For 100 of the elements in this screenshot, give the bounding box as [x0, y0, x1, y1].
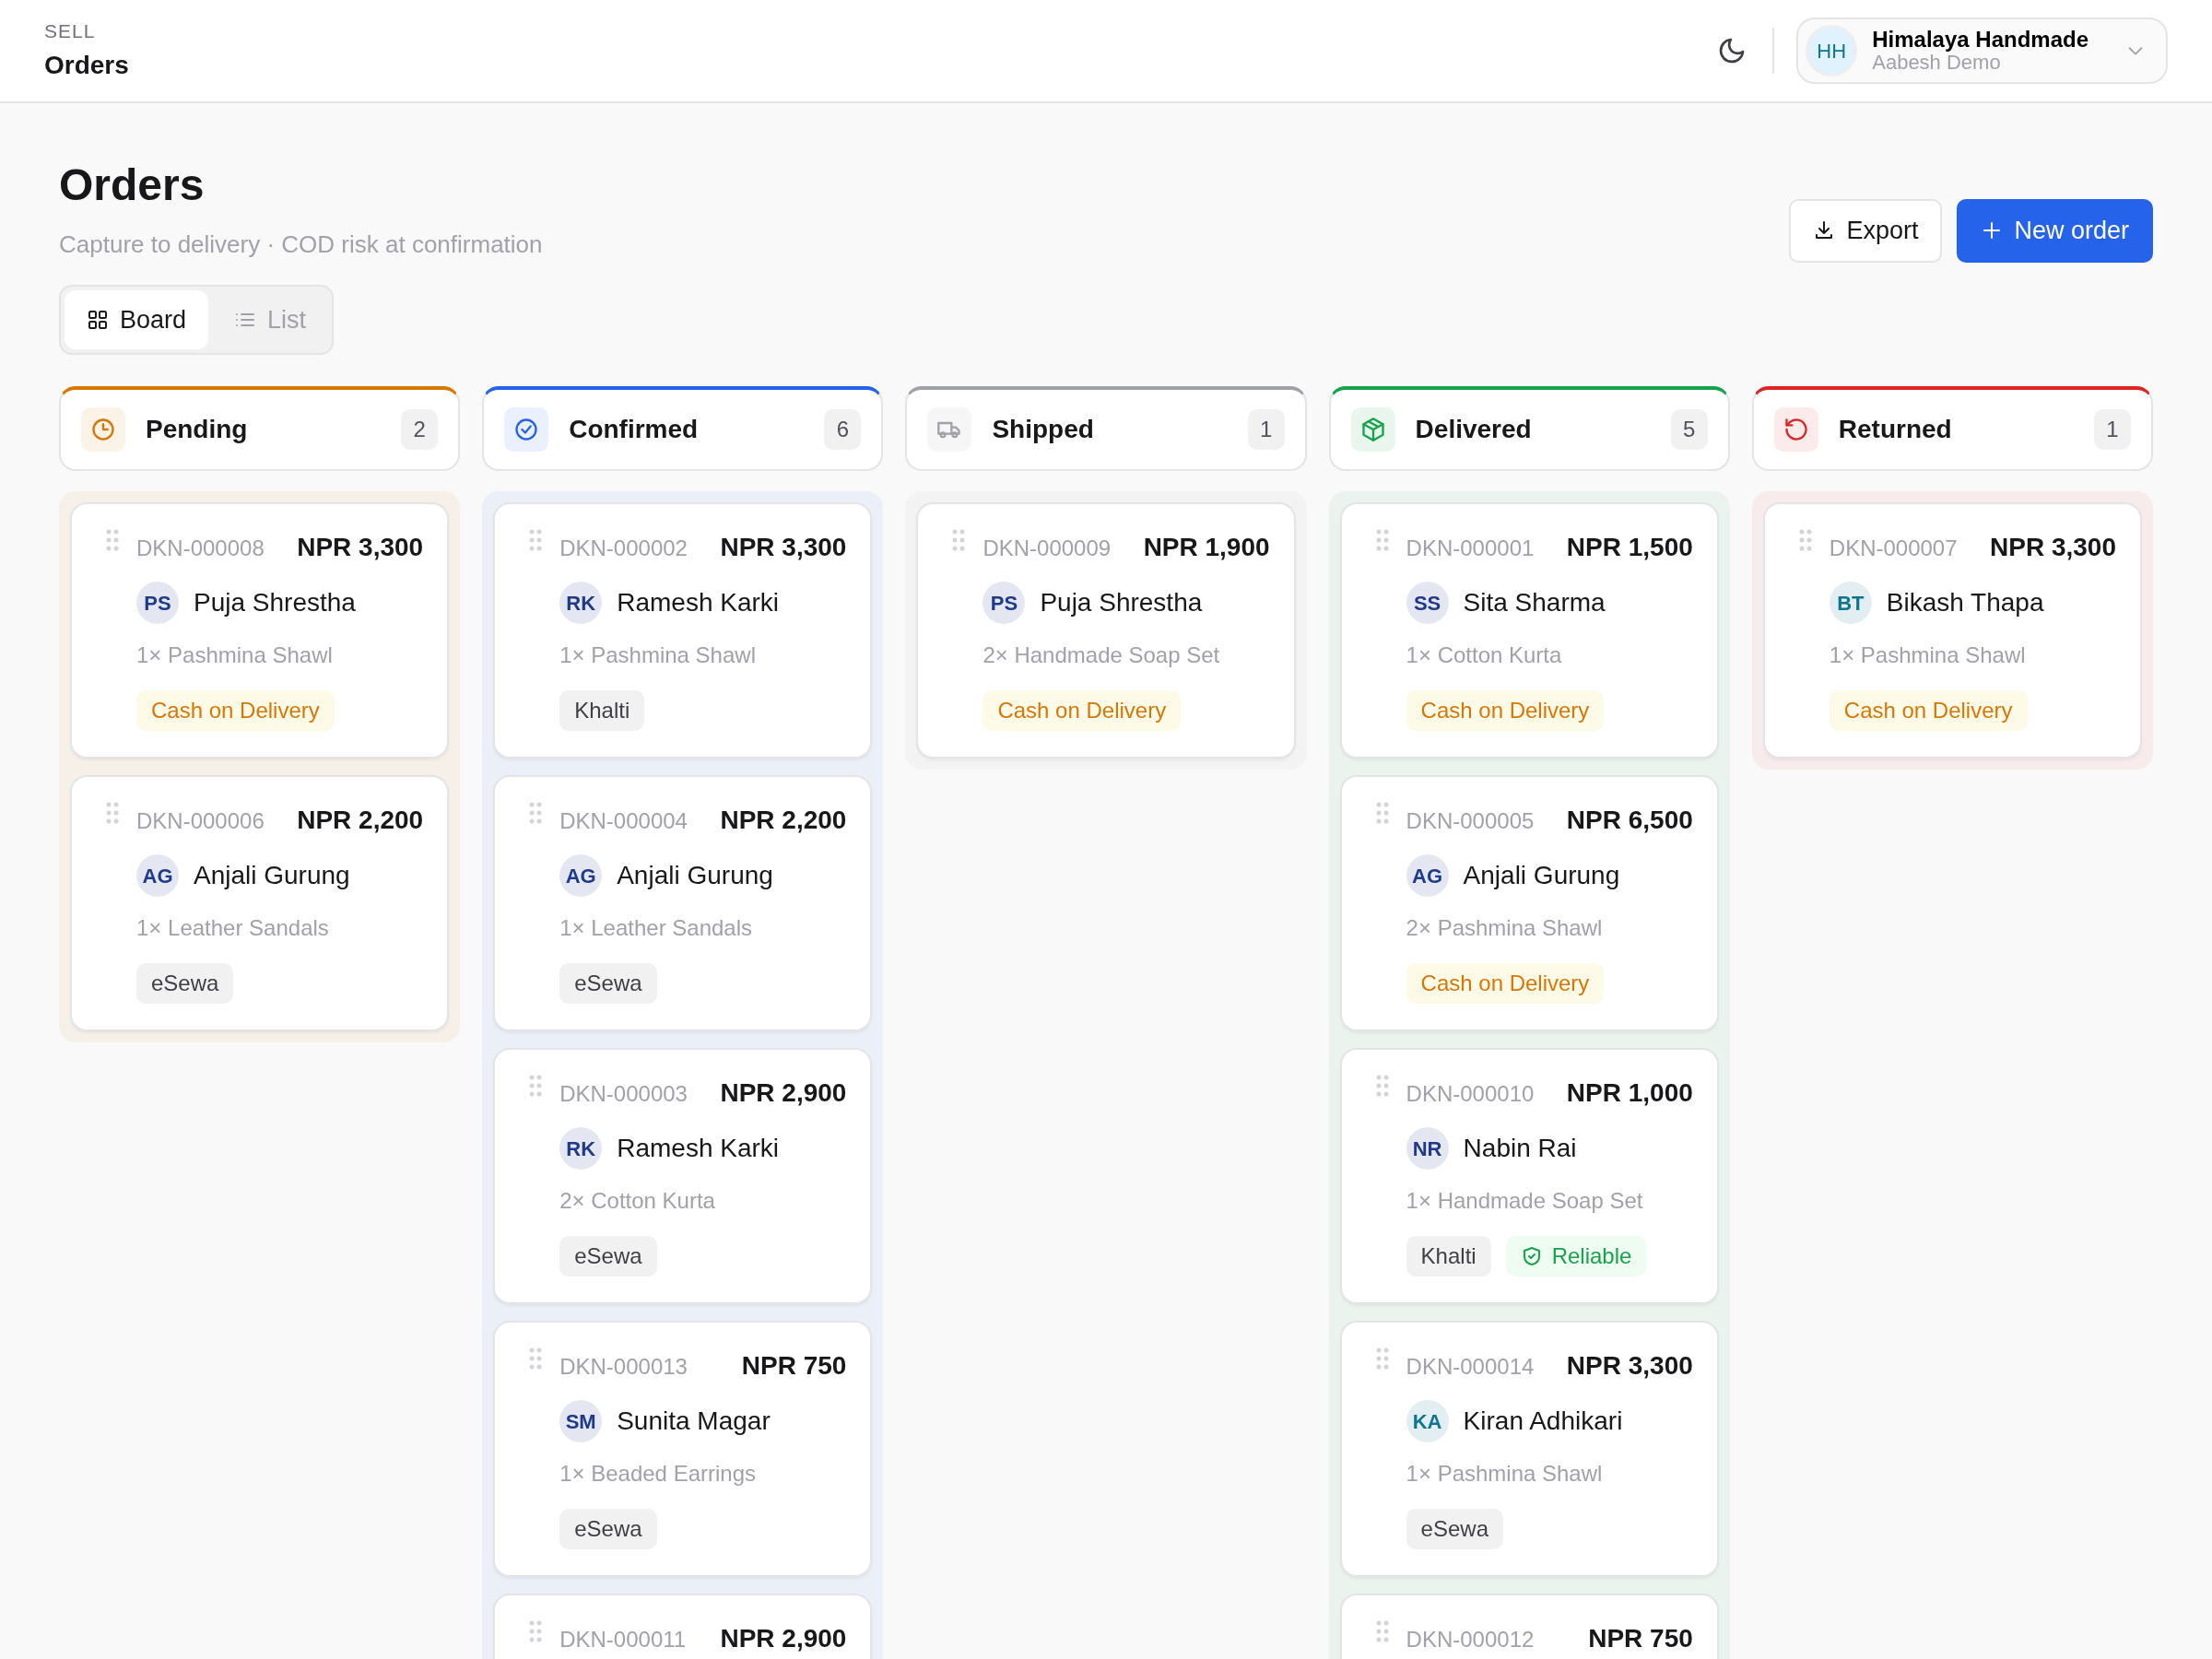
customer-avatar: BT — [1829, 582, 1872, 625]
order-amount: NPR 750 — [741, 1350, 847, 1382]
column-title: Confirmed — [569, 414, 700, 446]
order-card[interactable]: DKN-000014 NPR 3,300 KA Kiran Adhikari 1× Pashmina Shawl eSewa — [1339, 1321, 1719, 1578]
drag-handle-icon — [528, 528, 544, 553]
rotate-icon — [1783, 417, 1809, 443]
drag-handle-icon — [1374, 801, 1390, 826]
drag-handle-icon — [951, 528, 967, 553]
order-card[interactable]: DKN-000005 NPR 6,500 AG Anjali Gurung 2× Pashmina Shawl Cash on Delivery — [1339, 775, 1719, 1032]
order-amount: NPR 2,200 — [297, 805, 424, 837]
drag-handle-icon — [528, 801, 544, 826]
order-id: DKN-000009 — [982, 535, 1112, 563]
customer-avatar: KA — [1406, 1400, 1449, 1443]
payment-tag: eSewa — [559, 1236, 657, 1277]
order-id: DKN-000005 — [1406, 807, 1535, 836]
order-amount: NPR 2,200 — [720, 805, 847, 837]
order-items: 1× Pashmina Shawl — [136, 641, 334, 670]
order-items: 1× Pashmina Shawl — [1406, 1460, 1604, 1488]
count-badge: 1 — [2094, 409, 2131, 451]
order-amount: NPR 6,500 — [1566, 805, 1693, 837]
customer-name: Ramesh Karki — [617, 587, 780, 619]
order-id: DKN-000003 — [559, 1080, 688, 1109]
drag-handle-icon — [1374, 1619, 1390, 1644]
payment-tag: Cash on Delivery — [982, 690, 1182, 732]
customer-avatar: AG — [559, 854, 603, 898]
payment-tag: Cash on Delivery — [1406, 963, 1605, 1005]
order-items: 1× Leather Sandals — [136, 914, 330, 943]
order-card[interactable]: DKN-000010 NPR 1,000 NR Nabin Rai 1× Handmade Soap Set Khalti Reliable — [1339, 1048, 1719, 1305]
grid-icon — [87, 308, 109, 331]
order-id: DKN-000008 — [136, 535, 265, 563]
count-badge: 6 — [824, 409, 862, 451]
order-id: DKN-000013 — [559, 1353, 688, 1382]
drag-handle-icon — [1374, 1074, 1390, 1099]
order-card[interactable]: DKN-000013 NPR 750 SM Sunita Magar 1× Beaded Earrings eSewa — [493, 1321, 873, 1578]
order-items: 1× Beaded Earrings — [559, 1460, 757, 1488]
page-subtitle: Capture to delivery · COD risk at confirmation — [59, 229, 543, 260]
order-id: DKN-000001 — [1406, 535, 1535, 563]
column-title: Shipped — [992, 414, 1095, 446]
export-button[interactable]: Export — [1789, 199, 1943, 263]
payment-tag: Khalti — [1406, 1236, 1491, 1277]
order-id: DKN-000012 — [1406, 1626, 1535, 1654]
customer-name: Anjali Gurung — [1463, 860, 1620, 892]
customer-avatar: RK — [559, 1127, 603, 1171]
order-items: 1× Cotton Kurta — [1406, 641, 1563, 670]
section-label: SELL — [44, 19, 97, 44]
order-amount: NPR 3,300 — [1990, 532, 2116, 564]
customer-name: Anjali Gurung — [617, 860, 773, 892]
drag-handle-icon — [528, 1347, 544, 1371]
customer-name: Puja Shrestha — [1040, 587, 1203, 619]
order-card[interactable]: DKN-000012 NPR 750 — [1339, 1594, 1719, 1659]
order-amount: NPR 2,900 — [720, 1077, 847, 1110]
count-badge: 1 — [1247, 409, 1285, 451]
order-card[interactable]: DKN-000011 NPR 2,900 — [493, 1594, 873, 1659]
order-items: 1× Handmade Soap Set — [1406, 1187, 1644, 1216]
account-switcher[interactable]: HH Himalaya Handmade Aabesh Demo — [1796, 18, 2168, 84]
order-card[interactable]: DKN-000002 NPR 3,300 RK Ramesh Karki 1× Pashmina Shawl Khalti — [493, 502, 873, 759]
drag-handle-icon — [1374, 1347, 1390, 1371]
clock-icon — [90, 417, 116, 443]
customer-avatar: RK — [559, 582, 603, 625]
drag-handle-icon — [528, 1619, 544, 1644]
account-subtitle: Aabesh Demo — [1872, 52, 2002, 75]
payment-tag: Khalti — [559, 690, 645, 732]
customer-name: Puja Shrestha — [194, 587, 356, 619]
order-card[interactable]: DKN-000001 NPR 1,500 SS Sita Sharma 1× Cotton Kurta Cash on Delivery — [1339, 502, 1719, 759]
customer-avatar: SM — [559, 1400, 603, 1443]
drag-handle-icon — [1797, 528, 1813, 553]
order-card[interactable]: DKN-000008 NPR 3,300 PS Puja Shrestha 1× Pashmina Shawl Cash on Delivery — [70, 502, 450, 759]
box-icon — [1359, 417, 1386, 443]
order-card[interactable]: DKN-000006 NPR 2,200 AG Anjali Gurung 1× Leather Sandals eSewa — [70, 775, 450, 1032]
customer-name: Kiran Adhikari — [1463, 1406, 1623, 1438]
payment-tag: eSewa — [136, 963, 234, 1005]
payment-tag: eSewa — [559, 963, 657, 1005]
column-title: Delivered — [1415, 414, 1533, 446]
new-order-button[interactable]: New order — [1957, 199, 2153, 263]
drag-handle-icon — [105, 528, 120, 553]
customer-name: Nabin Rai — [1463, 1133, 1577, 1165]
order-card[interactable]: DKN-000003 NPR 2,900 RK Ramesh Karki 2× Cotton Kurta eSewa — [493, 1048, 873, 1305]
order-id: DKN-000010 — [1406, 1080, 1535, 1109]
order-card[interactable]: DKN-000009 NPR 1,900 PS Puja Shrestha 2× Handmade Soap Set Cash on Delivery — [916, 502, 1296, 759]
page-title: Orders — [59, 159, 206, 211]
drag-handle-icon — [1374, 528, 1390, 553]
payment-tag: eSewa — [1406, 1509, 1503, 1550]
view-tab[interactable]: Board — [65, 289, 209, 350]
customer-name: Sita Sharma — [1463, 587, 1606, 619]
customer-avatar: PS — [136, 582, 179, 625]
order-items: 1× Leather Sandals — [559, 914, 753, 943]
customer-name: Sunita Magar — [617, 1406, 771, 1438]
account-name: Himalaya Handmade — [1872, 27, 2088, 53]
order-card[interactable]: DKN-000007 NPR 3,300 BT Bikash Thapa 1× Pashmina Shawl Cash on Delivery — [1762, 502, 2142, 759]
order-amount: NPR 1,000 — [1566, 1077, 1693, 1110]
order-id: DKN-000007 — [1829, 535, 1958, 563]
count-badge: 2 — [401, 409, 439, 451]
drag-handle-icon — [105, 801, 120, 826]
order-items: 2× Handmade Soap Set — [982, 641, 1221, 670]
column-title: Pending — [146, 414, 249, 446]
order-amount: NPR 750 — [1588, 1623, 1693, 1655]
payment-tag: eSewa — [559, 1509, 657, 1550]
order-card[interactable]: DKN-000004 NPR 2,200 AG Anjali Gurung 1× Leather Sandals eSewa — [493, 775, 873, 1032]
order-amount: NPR 1,500 — [1566, 532, 1693, 564]
page-heading: Orders — [44, 49, 129, 81]
